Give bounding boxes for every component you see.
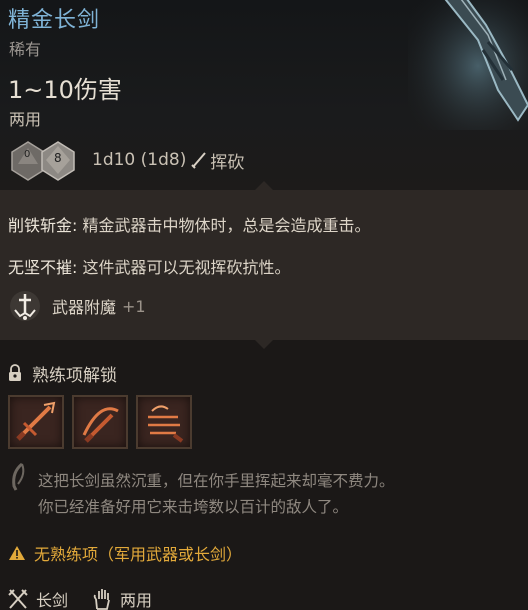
cleave-action-icon xyxy=(82,407,119,443)
slashing-icon xyxy=(191,152,207,169)
weapon-actions xyxy=(8,395,192,449)
property-name: 无坚不摧: xyxy=(8,258,78,277)
dice-icon: 0 8 xyxy=(8,138,84,182)
weapon-action-slot[interactable] xyxy=(8,395,64,449)
slash-action-icon xyxy=(16,401,56,441)
quill-icon xyxy=(12,462,25,491)
damage-range: 1~10伤害 xyxy=(8,76,122,104)
crossed-swords-icon xyxy=(8,589,28,609)
damage-type: 挥砍 xyxy=(210,152,245,173)
item-name: 精金长剑 xyxy=(8,8,101,33)
warning-text: 无熟练项（军用武器或长剑） xyxy=(34,545,243,564)
hands-required: 两用 xyxy=(120,591,153,610)
warning-icon xyxy=(9,546,25,560)
property-text: 精金武器击中物体时，总是会造成重击。 xyxy=(77,216,371,235)
enchantment-row: 武器附魔 +1 xyxy=(8,288,146,324)
weapon-action-slot[interactable] xyxy=(72,395,128,449)
dice-face-right: 8 xyxy=(54,151,62,165)
dice-face-top: 0 xyxy=(24,149,31,160)
proficiency-warning: 无熟练项（军用武器或长剑） xyxy=(8,540,242,566)
hand-icon xyxy=(93,589,110,610)
enchantment-label: 武器附魔 xyxy=(52,298,117,317)
damage-dice-row: 0 8 1d10 (1d8) 挥砍 xyxy=(8,138,244,182)
item-rarity: 稀有 xyxy=(9,40,42,59)
property-line: 削铁斩金: 精金武器击中物体时，总是会造成重击。 xyxy=(8,212,371,236)
weapon-type: 长剑 xyxy=(36,591,69,610)
footer-tags: 长剑 两用 xyxy=(6,586,152,610)
sword-artwork xyxy=(408,0,528,130)
proficiency-title: 熟练项解锁 xyxy=(32,365,117,386)
item-description: 这把长剑虽然沉重，但在你手里挥起来却毫不费力。 你已经准备好用它来击垮数以百计的… xyxy=(38,468,508,520)
description-line: 你已经准备好用它来击垮数以百计的敌人了。 xyxy=(38,498,349,516)
property-name: 削铁斩金: xyxy=(8,216,78,235)
tooltip-header: 精金长剑 稀有 1~10伤害 两用 0 8 1d10 (1d8) 挥砍 xyxy=(0,0,528,190)
weapon-enchant-icon xyxy=(10,291,40,321)
item-tooltip: 精金长剑 稀有 1~10伤害 两用 0 8 1d10 (1d8) 挥砍 削铁斩金… xyxy=(0,0,528,610)
property-line: 无坚不摧: 这件武器可以无视挥砍抗性。 xyxy=(8,254,291,278)
property-text: 这件武器可以无视挥砍抗性。 xyxy=(77,258,291,277)
handedness: 两用 xyxy=(9,110,42,129)
properties-panel: 削铁斩金: 精金武器击中物体时，总是会造成重击。 无坚不摧: 这件武器可以无视挥… xyxy=(0,181,528,349)
unlock-icon xyxy=(9,364,21,381)
weapon-action-slot[interactable] xyxy=(136,395,192,449)
enchantment-value: +1 xyxy=(122,296,146,316)
dice-roll: 1d10 (1d8) xyxy=(92,150,187,170)
proficiency-header: 熟练项解锁 xyxy=(6,360,117,386)
description-line: 这把长剑虽然沉重，但在你手里挥起来却毫不费力。 xyxy=(38,472,395,490)
pommel-strike-icon xyxy=(148,405,184,443)
